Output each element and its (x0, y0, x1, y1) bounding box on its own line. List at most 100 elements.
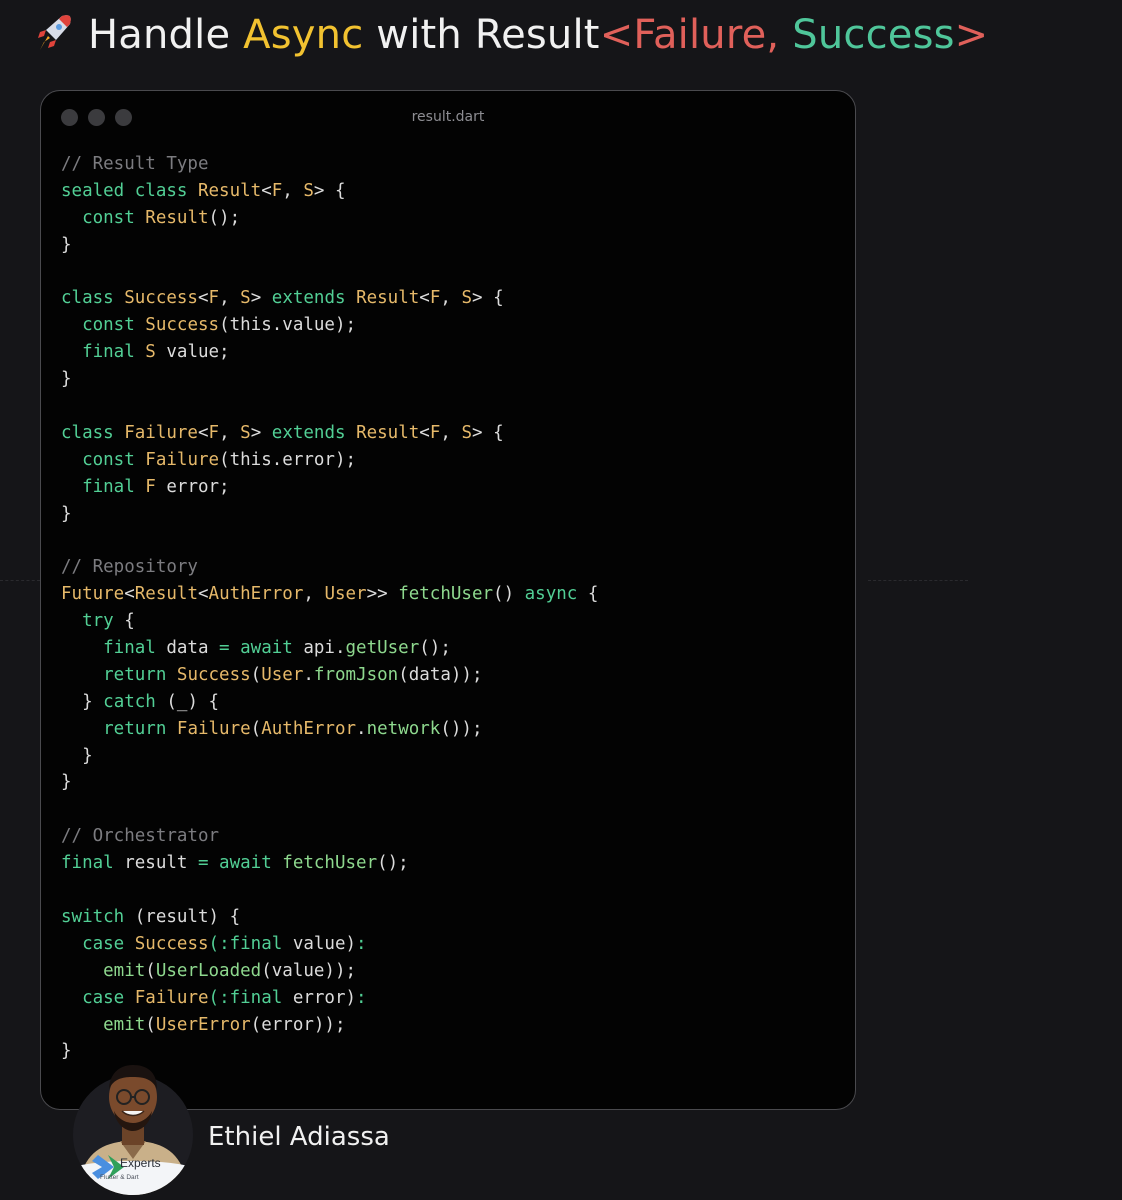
code-token: > { (472, 422, 504, 443)
code-token: () (493, 584, 525, 605)
badge-subtitle: Flutter & Dart (100, 1174, 139, 1181)
code-token: Result (356, 422, 420, 443)
code-token: F (429, 422, 441, 443)
code-token: > (250, 422, 272, 443)
code-token: User (324, 584, 367, 605)
code-token: const (61, 207, 146, 228)
code-token: final (229, 987, 293, 1008)
code-token: Failure (124, 422, 198, 443)
code-token: >> (366, 584, 399, 605)
code-line: const Success(this.value); (61, 312, 598, 339)
code-token: Failure (145, 449, 220, 470)
code-token: . (303, 664, 314, 685)
code-token: Failure (134, 987, 209, 1008)
code-token: async (524, 584, 578, 605)
title-text-1: Handle (88, 12, 244, 58)
title-failure: Failure, (633, 12, 780, 58)
code-token: ( (250, 718, 262, 739)
code-token: UserError (155, 1014, 251, 1035)
code-token: F (145, 476, 156, 497)
code-token: , (440, 288, 462, 309)
code-line: } (61, 366, 598, 393)
code-token: return (61, 718, 177, 739)
code-token: const (61, 449, 146, 470)
code-line: // Orchestrator (61, 823, 598, 850)
code-line: // Result Type (61, 151, 598, 178)
code-token: try (61, 611, 114, 632)
code-token: , (282, 180, 304, 201)
code-token: Failure (176, 718, 251, 739)
code-token: getUser (345, 638, 420, 659)
code-line: final result = await fetchUser(); (61, 850, 598, 877)
code-token: case (61, 987, 135, 1008)
badge-title: Experts (120, 1156, 161, 1170)
code-token: > { (472, 288, 504, 309)
code-token: > { (313, 180, 346, 201)
code-window: result.dart // Result Type sealed class R… (40, 90, 856, 1110)
code-line: emit(UserError(error)); (61, 1012, 598, 1039)
background-divider-right (868, 580, 968, 581)
code-token: } (61, 369, 72, 390)
code-token: // Result Type (61, 154, 209, 174)
code-line: Future<Result<AuthError, User>> fetchUse… (61, 581, 598, 608)
code-token: error) (292, 987, 357, 1008)
title-text-2: with Result (363, 12, 600, 58)
code-line: switch (result) { (61, 904, 598, 931)
code-token: (error)); (250, 1014, 346, 1035)
code-token: Success (134, 933, 209, 954)
title-close-bracket: > (954, 12, 989, 58)
code-token: ( (145, 960, 156, 981)
code-token: fromJson (313, 664, 399, 685)
code-token: , (303, 584, 325, 605)
code-token: emit (61, 960, 146, 981)
code-token: value; (155, 342, 230, 363)
code-token: F (208, 288, 220, 309)
code-token: AuthError (208, 584, 304, 605)
code-token: , (440, 422, 462, 443)
code-token: Result (197, 180, 262, 201)
code-token: } (61, 234, 72, 255)
code-token: > (250, 288, 272, 309)
code-token: : (356, 987, 367, 1008)
code-token: (this.value); (219, 315, 357, 336)
code-token: F (271, 180, 283, 201)
code-token: < (197, 422, 209, 443)
code-token: final (61, 342, 146, 363)
code-line: try { (61, 608, 598, 635)
code-token: < (197, 584, 209, 605)
code-token: (value)); (261, 960, 357, 981)
code-token: < (419, 288, 430, 309)
code-token: final (61, 853, 125, 874)
code-token: S (145, 342, 156, 363)
code-token: extends (271, 422, 357, 443)
author-avatar: Experts Flutter & Dart (73, 1065, 193, 1195)
code-token: const (61, 315, 146, 336)
code-token: final (229, 933, 293, 954)
code-line: const Result(); (61, 205, 598, 232)
code-line: } (61, 501, 598, 528)
code-line: final F error; (61, 474, 598, 501)
code-line: const Failure(this.error); (61, 447, 598, 474)
code-token: data (166, 638, 220, 659)
code-token: (_) { (155, 691, 220, 712)
page-title: Handle Async with Result<Failure, Succes… (32, 10, 988, 58)
code-token: ( (250, 664, 262, 685)
code-line: case Success(:final value): (61, 931, 598, 958)
code-token: Success (124, 288, 198, 309)
code-token: = await (219, 638, 304, 659)
code-token: class (61, 288, 125, 309)
title-open-bracket: < (599, 12, 634, 58)
code-token: } (61, 745, 93, 766)
code-token: < (419, 422, 430, 443)
code-line: } (61, 769, 598, 796)
code-token: fetchUser (282, 853, 378, 874)
code-token: catch (103, 691, 156, 712)
title-space (779, 12, 792, 58)
code-token: error; (155, 476, 230, 497)
code-token: Result (356, 288, 420, 309)
code-token: Result (145, 207, 209, 228)
code-token: F (429, 288, 441, 309)
code-token: extends (271, 288, 357, 309)
code-token: , (219, 422, 241, 443)
